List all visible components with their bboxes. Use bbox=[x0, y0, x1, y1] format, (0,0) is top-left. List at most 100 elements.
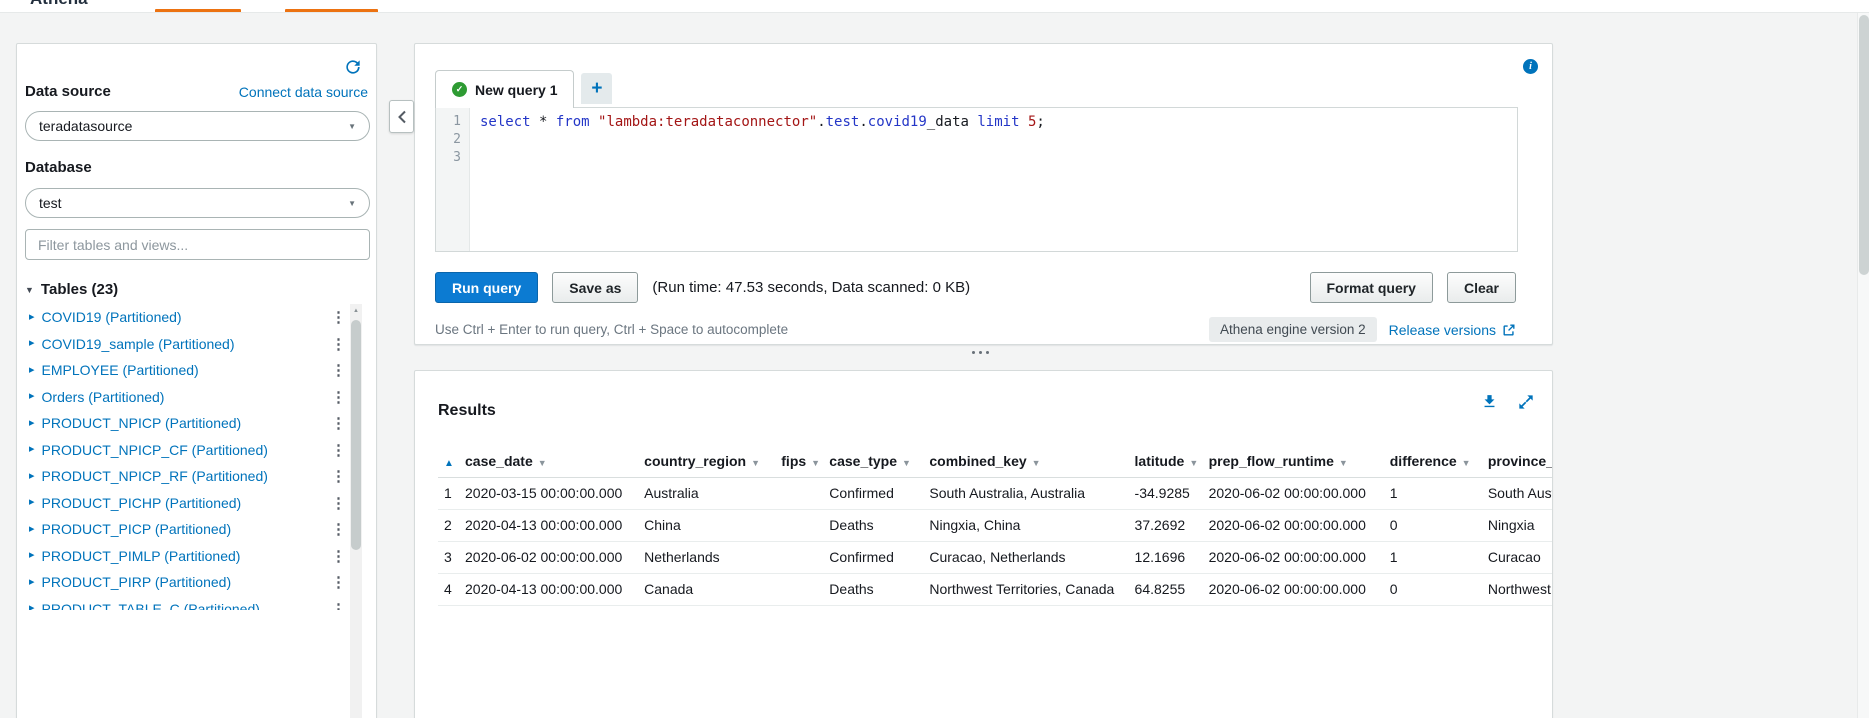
table-options-icon[interactable]: ⋮ bbox=[331, 494, 345, 512]
active-nav-tab-underline-2 bbox=[285, 9, 378, 12]
format-query-button[interactable]: Format query bbox=[1309, 272, 1433, 303]
panel-resize-handle[interactable] bbox=[972, 351, 989, 354]
cell-case-date: 2020-04-13 00:00:00.000 bbox=[465, 509, 645, 542]
release-versions-label: Release versions bbox=[1388, 321, 1496, 338]
save-as-button[interactable]: Save as bbox=[552, 272, 639, 303]
table-options-icon[interactable]: ⋮ bbox=[331, 308, 345, 326]
table-list-item[interactable]: ▸ EMPLOYEE (Partitioned) ⋮ bbox=[25, 357, 345, 384]
table-name-link[interactable]: PRODUCT_NPICP (Partitioned) bbox=[42, 415, 242, 431]
column-header-prep-flow-runtime[interactable]: prep_flow_runtime ▼ bbox=[1208, 446, 1390, 478]
table-list-item[interactable]: ▸ PRODUCT_TABLE_C (Partitioned) ⋮ bbox=[25, 596, 345, 610]
results-table-container: ▲ case_date ▼ country_region ▼ fips ▼ case_… bbox=[438, 446, 1552, 718]
tab-new-query-1[interactable]: ✓ New query 1 bbox=[435, 70, 575, 108]
tables-section-toggle[interactable]: ▼ Tables (23) bbox=[25, 281, 118, 298]
table-name-link[interactable]: PRODUCT_TABLE_C (Partitioned) bbox=[42, 601, 260, 610]
table-list-item[interactable]: ▸ PRODUCT_PICP (Partitioned) ⋮ bbox=[25, 516, 345, 543]
table-options-icon[interactable]: ⋮ bbox=[331, 414, 345, 432]
scrollbar-thumb[interactable] bbox=[351, 320, 361, 550]
column-header-fips[interactable]: fips ▼ bbox=[781, 446, 830, 478]
table-list-item[interactable]: ▸ Orders (Partitioned) ⋮ bbox=[25, 384, 345, 411]
athena-brand-link[interactable]: Athena bbox=[30, 0, 88, 9]
page-scrollbar-thumb[interactable] bbox=[1859, 15, 1869, 275]
table-name-link[interactable]: PRODUCT_PIRP (Partitioned) bbox=[42, 574, 232, 590]
refresh-icon[interactable] bbox=[343, 57, 363, 77]
expand-results-icon[interactable] bbox=[1518, 394, 1534, 410]
connect-data-source-link[interactable]: Connect data source bbox=[239, 84, 368, 100]
results-table: ▲ case_date ▼ country_region ▼ fips ▼ case_… bbox=[438, 446, 1552, 606]
table-list-item[interactable]: ▸ PRODUCT_PICHP (Partitioned) ⋮ bbox=[25, 490, 345, 517]
athena-console: Athena Data source Connect data source t… bbox=[0, 0, 1869, 718]
release-versions-link[interactable]: Release versions bbox=[1389, 322, 1516, 338]
column-label: difference bbox=[1389, 453, 1457, 470]
table-list-item[interactable]: ▸ PRODUCT_NPICP_RF (Partitioned) ⋮ bbox=[25, 463, 345, 490]
column-menu-icon: ▼ bbox=[751, 458, 760, 469]
cell-prep-flow-runtime: 2020-06-02 00:00:00.000 bbox=[1208, 573, 1390, 606]
expand-triangle-icon: ▸ bbox=[29, 416, 35, 429]
cell-country-region: China bbox=[644, 509, 782, 542]
table-name-link[interactable]: COVID19_sample (Partitioned) bbox=[42, 336, 235, 352]
expand-triangle-icon: ▸ bbox=[29, 522, 35, 535]
sql-editor[interactable]: 1 2 3 select * from "lambda:teradataconn… bbox=[435, 107, 1518, 252]
column-label: combined_key bbox=[929, 453, 1027, 470]
table-list-item[interactable]: ▸ COVID19_sample (Partitioned) ⋮ bbox=[25, 331, 345, 358]
table-list-item[interactable]: ▸ PRODUCT_NPICP (Partitioned) ⋮ bbox=[25, 410, 345, 437]
database-select[interactable]: test ▼ bbox=[25, 188, 370, 218]
active-nav-tab-underline bbox=[155, 9, 241, 12]
data-source-select[interactable]: teradatasource ▼ bbox=[25, 111, 370, 141]
column-header-case-date[interactable]: case_date ▼ bbox=[465, 446, 645, 478]
table-options-icon[interactable]: ⋮ bbox=[331, 361, 345, 379]
expand-triangle-icon: ▸ bbox=[29, 310, 35, 323]
cell-country-region: Netherlands bbox=[644, 541, 782, 574]
run-query-button[interactable]: Run query bbox=[435, 272, 539, 303]
table-options-icon[interactable]: ⋮ bbox=[331, 600, 345, 610]
clear-button[interactable]: Clear bbox=[1446, 272, 1516, 303]
table-name-link[interactable]: EMPLOYEE (Partitioned) bbox=[42, 362, 199, 378]
table-name-link[interactable]: PRODUCT_PICHP (Partitioned) bbox=[42, 495, 242, 511]
column-label: case_date bbox=[465, 453, 533, 470]
expand-triangle-icon: ▸ bbox=[29, 496, 35, 509]
table-list-item[interactable]: ▸ PRODUCT_PIRP (Partitioned) ⋮ bbox=[25, 569, 345, 596]
column-header-case-type[interactable]: case_type ▼ bbox=[829, 446, 930, 478]
info-icon[interactable]: i bbox=[1523, 59, 1538, 74]
download-results-icon[interactable] bbox=[1481, 393, 1498, 410]
row-number: 3 bbox=[438, 541, 466, 574]
scroll-up-arrow-icon[interactable]: ▲ bbox=[350, 304, 362, 318]
chevron-down-icon: ▼ bbox=[348, 198, 356, 208]
sidebar-scrollbar[interactable]: ▲ bbox=[350, 304, 362, 718]
table-options-icon[interactable]: ⋮ bbox=[331, 547, 345, 565]
column-label: prep_flow_runtime bbox=[1208, 453, 1334, 470]
filter-tables-input[interactable] bbox=[25, 229, 370, 260]
column-menu-icon: ▼ bbox=[1338, 458, 1348, 469]
collapse-sidebar-button[interactable] bbox=[389, 100, 414, 133]
table-options-icon[interactable]: ⋮ bbox=[331, 335, 345, 353]
table-name-link[interactable]: PRODUCT_PIMLP (Partitioned) bbox=[42, 548, 241, 564]
table-list-item[interactable]: ▸ PRODUCT_PIMLP (Partitioned) ⋮ bbox=[25, 543, 345, 570]
table-name-link[interactable]: Orders (Partitioned) bbox=[42, 389, 165, 405]
table-name-link[interactable]: COVID19 (Partitioned) bbox=[42, 309, 182, 325]
column-header-latitude[interactable]: latitude ▼ bbox=[1134, 446, 1209, 478]
add-tab-button[interactable]: + bbox=[581, 73, 613, 104]
column-label: province_state bbox=[1487, 453, 1552, 470]
sql-token: * bbox=[530, 114, 556, 130]
table-name-link[interactable]: PRODUCT_NPICP_CF (Partitioned) bbox=[42, 442, 268, 458]
column-header-country-region[interactable]: country_region ▼ bbox=[644, 446, 782, 478]
table-name-link[interactable]: PRODUCT_PICP (Partitioned) bbox=[42, 521, 232, 537]
table-options-icon[interactable]: ⋮ bbox=[331, 467, 345, 485]
table-list-item[interactable]: ▸ COVID19 (Partitioned) ⋮ bbox=[25, 304, 345, 331]
column-header-combined-key[interactable]: combined_key ▼ bbox=[929, 446, 1135, 478]
table-options-icon[interactable]: ⋮ bbox=[331, 441, 345, 459]
table-list-item[interactable]: ▸ PRODUCT_NPICP_CF (Partitioned) ⋮ bbox=[25, 437, 345, 464]
cell-prep-flow-runtime: 2020-06-02 00:00:00.000 bbox=[1208, 509, 1390, 542]
column-header-difference[interactable]: difference ▼ bbox=[1389, 446, 1488, 478]
table-options-icon[interactable]: ⋮ bbox=[331, 573, 345, 591]
cell-province-state: South Australia bbox=[1487, 477, 1552, 510]
table-options-icon[interactable]: ⋮ bbox=[331, 520, 345, 538]
sql-code-area[interactable]: select * from "lambda:teradataconnector"… bbox=[470, 108, 1517, 251]
page-scrollbar[interactable] bbox=[1857, 13, 1869, 718]
table-name-link[interactable]: PRODUCT_NPICP_RF (Partitioned) bbox=[42, 468, 268, 484]
sort-column-header[interactable]: ▲ bbox=[438, 446, 466, 478]
table-options-icon[interactable]: ⋮ bbox=[331, 388, 345, 406]
sql-token: select bbox=[480, 114, 531, 130]
column-header-province-state[interactable]: province_state▼ bbox=[1487, 446, 1552, 478]
